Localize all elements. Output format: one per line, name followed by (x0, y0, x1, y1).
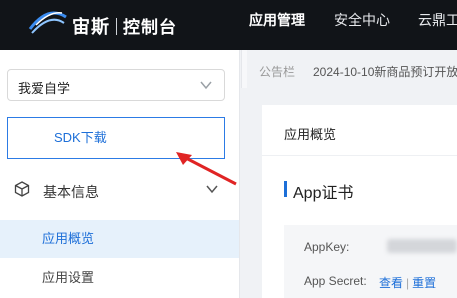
app-select-dropdown[interactable]: 我爱自学 (7, 69, 225, 101)
appsecret-actions: 查看 | 重置 (379, 274, 436, 291)
nav-app-management[interactable]: 应用管理 (249, 10, 305, 30)
nav-security-center[interactable]: 安全中心 (334, 10, 390, 30)
notice-tag: 公告栏 (259, 65, 296, 79)
appkey-label: AppKey: (304, 240, 350, 254)
certificate-box: AppKey: App Secret: 查看 | 重置 (284, 225, 457, 298)
chevron-down-icon (200, 81, 212, 90)
section-accent-bar (284, 181, 287, 197)
menu-group-basic-info[interactable]: 基本信息 (0, 170, 239, 210)
panel-divider (262, 155, 457, 156)
main-panel: 应用概览 App证书 AppKey: App Secret: 查看 | 重置 (262, 105, 457, 298)
section-title: App证书 (293, 185, 354, 202)
reset-secret-link[interactable]: 重置 (412, 276, 436, 290)
notice-divider (241, 50, 247, 88)
notice-message[interactable]: 2024-10-10新商品预订开放 (313, 63, 457, 80)
cube-icon (14, 181, 30, 197)
link-separator: | (406, 276, 410, 290)
menu-group-label: 基本信息 (43, 184, 99, 200)
brand-divider (116, 18, 117, 35)
chevron-down-icon (206, 185, 218, 194)
notice-bar: 公告栏 2024-10-10新商品预订开放 (241, 50, 457, 88)
sidebar-item-app-overview[interactable]: 应用概览 (0, 220, 239, 258)
appsecret-label: App Secret: (304, 274, 367, 288)
app-select-value: 我爱自学 (18, 81, 71, 96)
brand-subtitle: 控制台 (123, 18, 177, 37)
top-navbar: 宙斯 控制台 应用管理 安全中心 云鼎工 (0, 0, 457, 50)
view-secret-link[interactable]: 查看 (379, 276, 403, 290)
appkey-value-redacted (387, 239, 457, 253)
zeus-logo-icon[interactable] (28, 9, 68, 35)
sidebar: 我爱自学 SDK下载 基本信息 应用概览 应用设置 (0, 50, 240, 298)
sidebar-item-app-settings[interactable]: 应用设置 (0, 259, 239, 297)
page-title: 应用概览 (284, 127, 337, 142)
nav-yunding[interactable]: 云鼎工 (418, 10, 457, 30)
brand-title[interactable]: 宙斯 控制台 (72, 13, 177, 39)
brand-name: 宙斯 (72, 17, 110, 37)
sdk-download-button[interactable]: SDK下载 (7, 117, 225, 159)
